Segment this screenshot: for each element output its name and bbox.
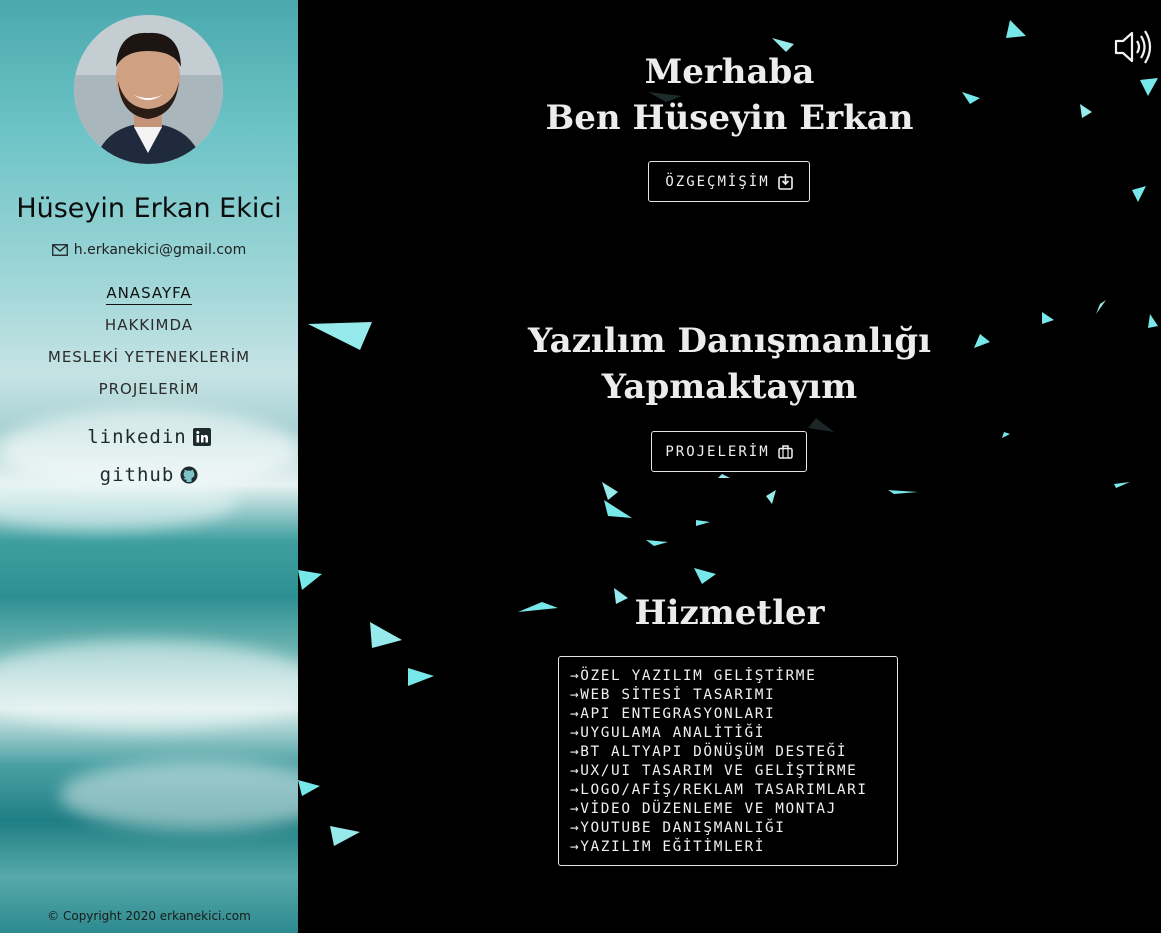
main-nav: ANASAYFA HAKKIMDA MESLEKİ YETENEKLERİM P…	[0, 284, 298, 412]
nav-item-hakkimda[interactable]: HAKKIMDA	[0, 316, 298, 348]
profile-name: Hüseyin Erkan Ekici	[16, 193, 282, 224]
paper-shard	[1006, 20, 1026, 38]
services-title: Hizmetler	[634, 593, 825, 633]
nav-item-projelerim[interactable]: PROJELERİM	[0, 380, 298, 412]
paper-shard	[646, 540, 668, 546]
projects-button[interactable]: PROJELERİM	[651, 431, 807, 472]
nav-label: ANASAYFA	[106, 284, 192, 305]
wave-foam	[60, 760, 298, 830]
email-text: h.erkanekici@gmail.com	[73, 242, 247, 258]
service-item: →UYGULAMA ANALİTİĞİ	[570, 725, 766, 741]
paper-shard	[298, 780, 320, 796]
service-item: →BT ALTYAPI DÖNÜŞÜM DESTEĞİ	[570, 744, 848, 760]
service-item: →UX/UI TASARIM VE GELİŞTİRME	[570, 763, 858, 779]
paper-shard	[1114, 482, 1130, 488]
hero-name: Ben Hüseyin Erkan	[545, 98, 914, 138]
cv-button[interactable]: ÖZGEÇMİŞİM	[648, 161, 810, 202]
service-item: →API ENTEGRASYONLARI	[570, 706, 776, 722]
linkedin-icon	[192, 428, 211, 446]
service-item: →VİDEO DÜZENLEME VE MONTAJ	[570, 801, 837, 817]
envelope-icon	[51, 244, 68, 256]
nav-label: MESLEKİ YETENEKLERİM	[47, 348, 251, 366]
consulting-line2: Yapmaktayım	[601, 367, 858, 407]
service-item: →ÖZEL YAZILIM GELİŞTİRME	[570, 668, 817, 684]
wave-foam	[0, 640, 298, 730]
service-item: →LOGO/AFİŞ/REKLAM TASARIMLARI	[570, 782, 868, 798]
paper-shard	[1002, 432, 1010, 438]
social-label: linkedin	[87, 426, 187, 448]
download-icon	[777, 173, 793, 190]
email-link[interactable]: h.erkanekici@gmail.com	[0, 242, 298, 258]
github-link[interactable]: github	[0, 463, 298, 501]
linkedin-link[interactable]: linkedin	[0, 425, 298, 463]
paper-shard	[718, 474, 730, 478]
hero-greeting: Merhaba	[644, 52, 815, 92]
paper-shard	[808, 418, 834, 432]
main-content: Merhaba Ben Hüseyin Erkan ÖZGEÇMİŞİM Yaz…	[298, 0, 1161, 933]
paper-shard	[696, 520, 710, 526]
consulting-line1: Yazılım Danışmanlığı	[527, 321, 932, 361]
nav-label: PROJELERİM	[98, 380, 200, 398]
service-item: →YAZILIM EĞİTİMLERİ	[570, 839, 766, 855]
nav-item-mesleki-yeteneklerim[interactable]: MESLEKİ YETENEKLERİM	[0, 348, 298, 380]
service-item: →YOUTUBE DANIŞMANLIĞI	[570, 820, 786, 836]
sidebar: Hüseyin Erkan Ekici h.erkanekici@gmail.c…	[0, 0, 298, 933]
nav-item-anasayfa[interactable]: ANASAYFA	[0, 284, 298, 316]
profile-avatar	[74, 15, 223, 164]
paper-shard	[602, 482, 618, 500]
cv-button-label: ÖZGEÇMİŞİM	[665, 173, 770, 190]
social-label: github	[99, 464, 175, 486]
github-icon	[180, 466, 198, 484]
projects-button-label: PROJELERİM	[665, 443, 770, 460]
paper-shard	[330, 826, 360, 846]
paper-shard	[1096, 300, 1106, 314]
paper-shard	[694, 568, 716, 584]
paper-shard	[604, 500, 632, 518]
briefcase-icon	[777, 444, 793, 459]
paper-shard	[766, 490, 776, 504]
copyright: © Copyright 2020 erkanekici.com	[47, 909, 251, 923]
social-links: linkedin github	[0, 425, 298, 501]
paper-shard	[1132, 186, 1146, 202]
paper-shard	[888, 490, 918, 494]
services-list: →ÖZEL YAZILIM GELİŞTİRME →WEB SİTESİ TAS…	[558, 656, 898, 866]
paper-shard	[298, 570, 322, 590]
service-item: →WEB SİTESİ TASARIMI	[570, 687, 776, 703]
nav-label: HAKKIMDA	[104, 316, 194, 334]
paper-shard	[408, 668, 434, 686]
